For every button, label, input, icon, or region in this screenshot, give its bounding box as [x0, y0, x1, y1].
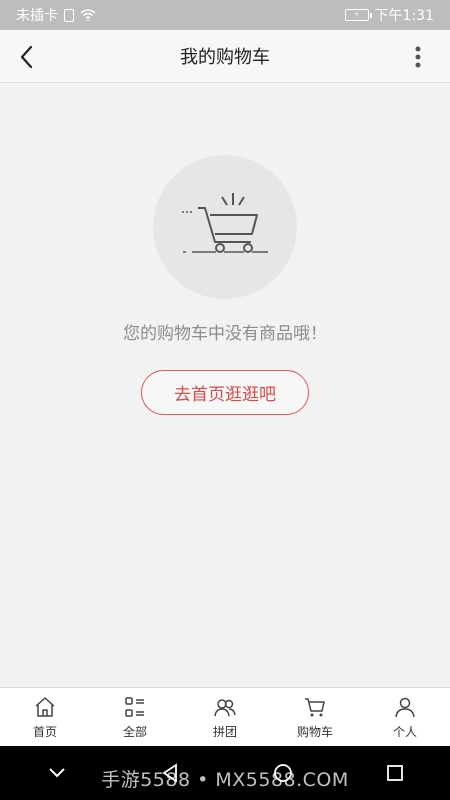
page-title: 我的购物车: [180, 47, 270, 68]
tab-group-label: 拼团: [212, 724, 237, 739]
watermark-text: 手游5588 • MX5588.COM: [101, 769, 349, 791]
empty-cart-message: 您的购物车中没有商品哦！: [123, 324, 327, 344]
status-time: 下午1:31: [374, 8, 434, 24]
tab-all-label: 全部: [122, 724, 147, 739]
empty-cart-icon: [182, 193, 268, 253]
tab-cart[interactable]: 购物车: [270, 688, 360, 746]
category-icon: [125, 696, 144, 717]
sim-card-icon: [64, 8, 74, 22]
back-button[interactable]: [12, 42, 42, 72]
more-vertical-icon: [415, 46, 421, 68]
tab-all[interactable]: 全部: [90, 688, 180, 746]
group-icon: [214, 698, 236, 716]
empty-cart-illustration: [153, 155, 297, 299]
tab-cart-label: 购物车: [296, 724, 333, 739]
person-icon: [395, 697, 415, 717]
go-home-button[interactable]: 去首页逛逛吧: [141, 370, 309, 415]
home-icon: [35, 696, 55, 717]
status-bar: 未插卡 ⚡ 下午1:31: [0, 0, 450, 30]
tab-home-label: 首页: [32, 724, 57, 739]
bottom-tab-bar: 首页 全部 拼团 购物车 个人: [0, 687, 450, 746]
battery-icon: ⚡: [344, 9, 372, 21]
cart-content: 您的购物车中没有商品哦！ 去首页逛逛吧: [0, 83, 450, 687]
wifi-icon: [80, 9, 96, 21]
carrier-text: 未插卡: [16, 8, 58, 24]
status-right: ⚡ 下午1:31: [344, 5, 434, 25]
tab-profile-label: 个人: [392, 724, 417, 739]
status-left: 未插卡: [16, 5, 96, 25]
app-bar: 我的购物车: [0, 30, 450, 83]
cart-icon: [305, 697, 325, 716]
tab-home[interactable]: 首页: [0, 688, 90, 746]
chevron-left-icon: [20, 45, 33, 69]
more-button[interactable]: [410, 42, 426, 72]
tab-profile[interactable]: 个人: [360, 688, 450, 746]
tab-group[interactable]: 拼团: [180, 688, 270, 746]
